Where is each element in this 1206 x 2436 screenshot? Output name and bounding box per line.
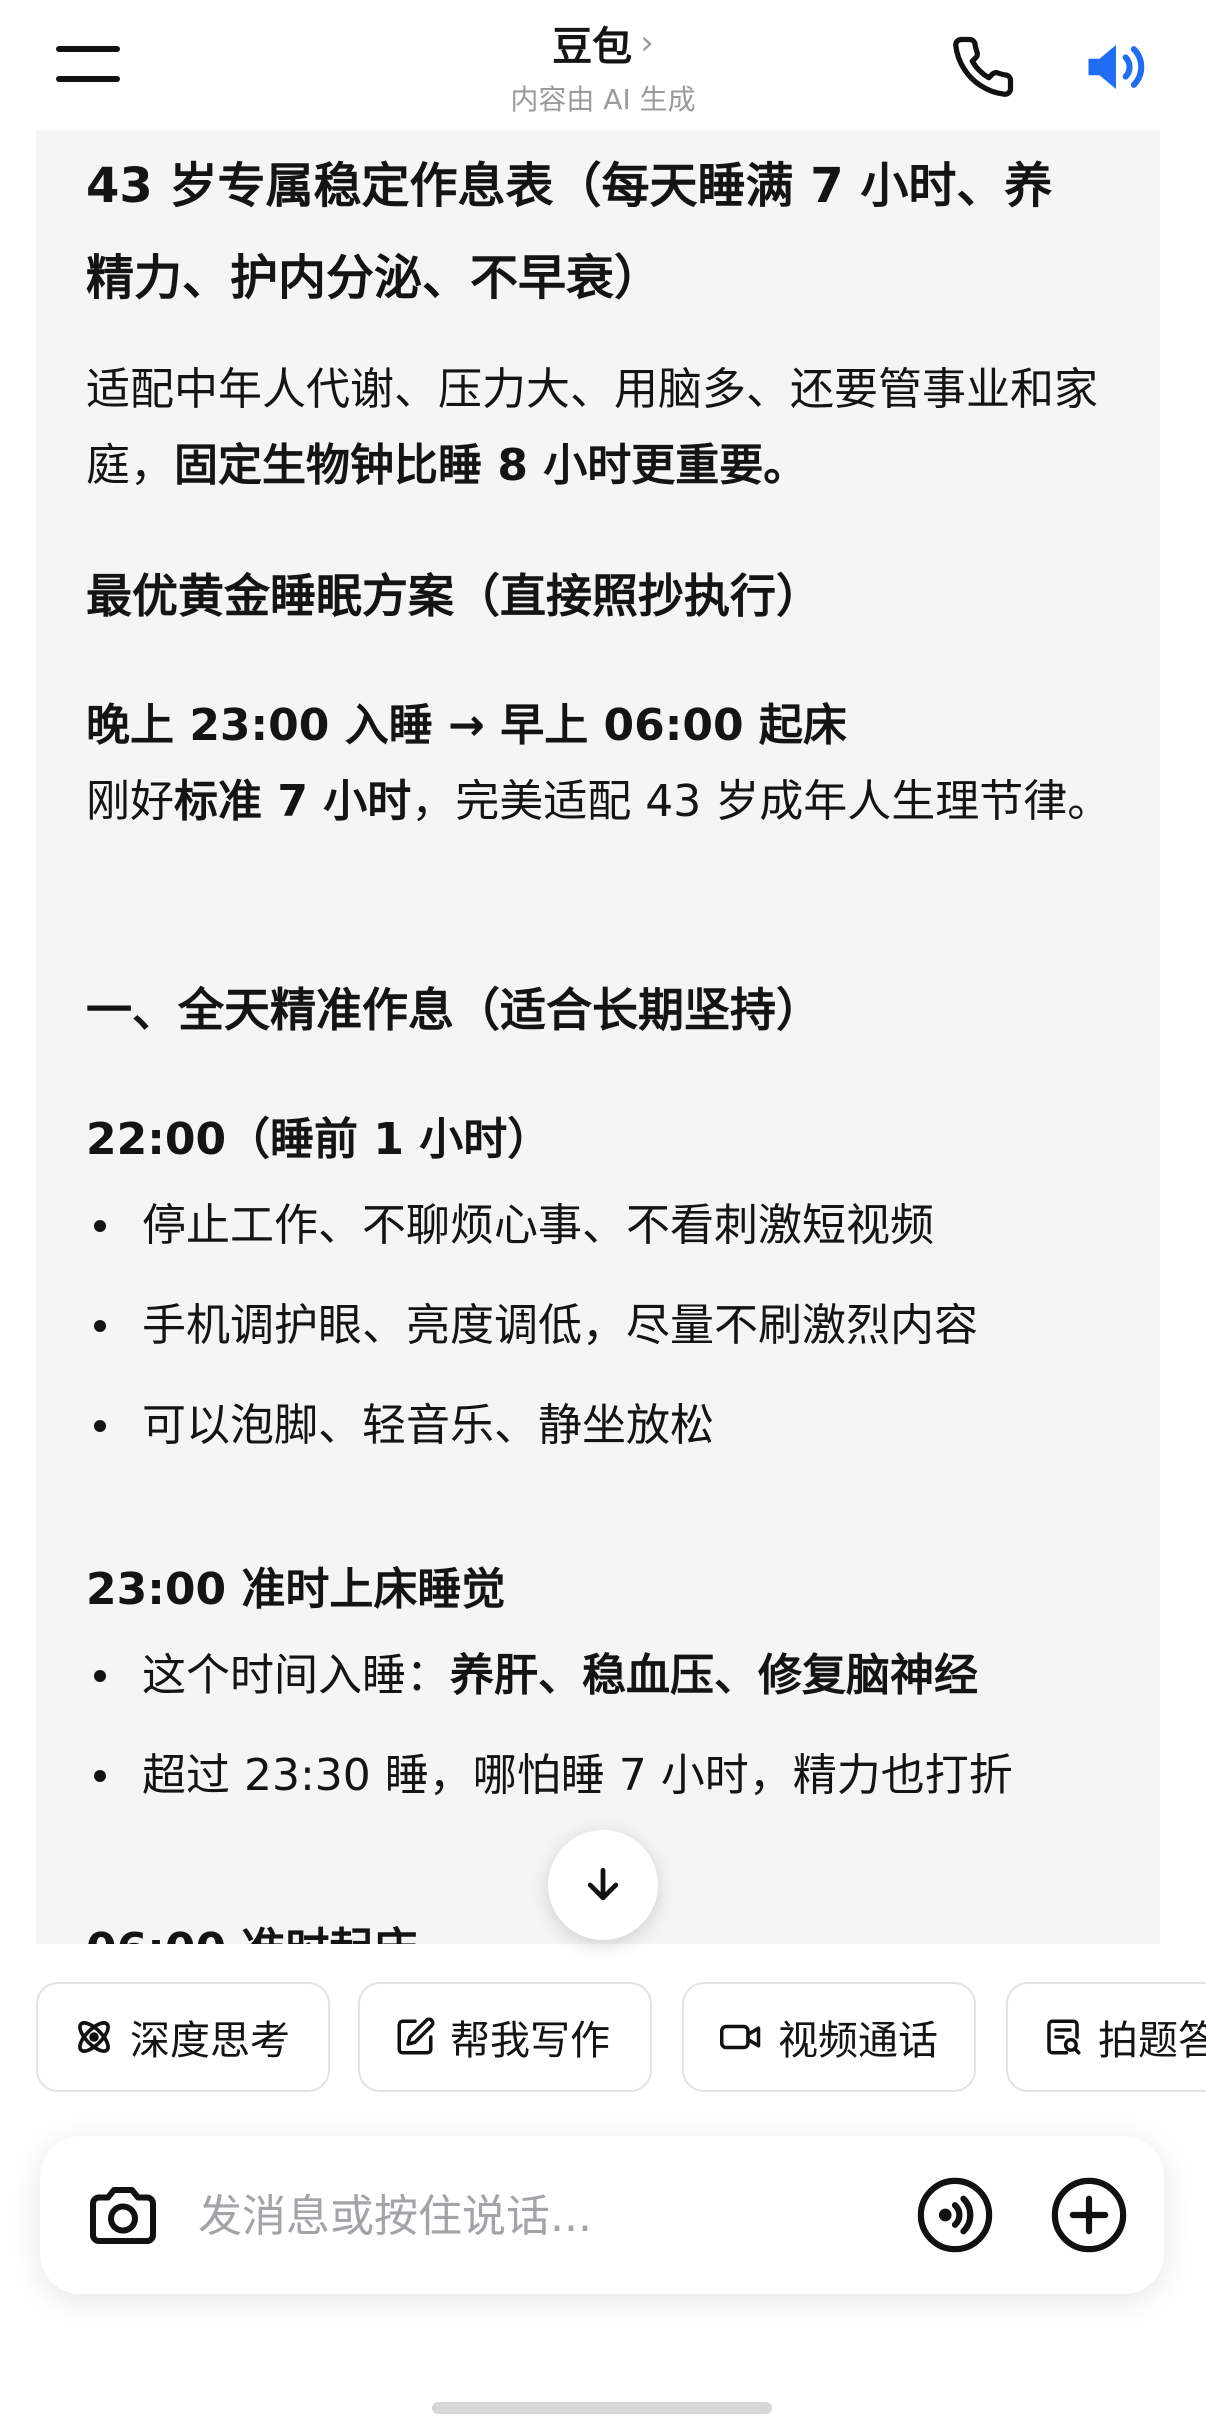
- video-camera-icon: [720, 2024, 761, 2050]
- list-item-bold: 养肝、稳血压、修复脑神经: [450, 1650, 978, 1701]
- message-title: 43 岁专属稳定作息表（每天睡满 7 小时、养精力、护内分泌、不早衰）: [86, 158, 1053, 306]
- chat-message-area[interactable]: 43 岁专属稳定作息表（每天睡满 7 小时、养精力、护内分泌、不早衰） 适配中年…: [36, 130, 1160, 1944]
- speaker-volume-icon[interactable]: [1080, 34, 1152, 100]
- top-bar: 豆包 › 内容由 AI 生成: [0, 0, 1206, 130]
- chevron-right-icon: ›: [640, 23, 654, 63]
- scroll-to-bottom-button[interactable]: [548, 1830, 658, 1940]
- intro-paragraph: 适配中年人代谢、压力大、用脑多、还要管事业和家庭，固定生物钟比睡 8 小时更重要…: [86, 352, 1146, 504]
- plus-circle-icon[interactable]: [1050, 2176, 1128, 2254]
- heading-2300: 23:00 准时上床睡觉: [86, 1564, 506, 1615]
- list-2300: 这个时间入睡：养肝、稳血压、修复脑神经 超过 23:30 睡，哪怕睡 7 小时，…: [86, 1626, 1146, 1826]
- pen-square-icon: [397, 2017, 435, 2055]
- schedule-description: 刚好标准 7 小时，完美适配 43 岁成年人生理节律。: [86, 764, 1146, 840]
- chat-title-text: 豆包: [552, 24, 633, 70]
- chat-title[interactable]: 豆包 ›: [552, 14, 654, 72]
- atom-icon: [78, 2021, 110, 2053]
- chip-writing[interactable]: 帮我写作: [358, 1982, 652, 2092]
- phone-call-icon[interactable]: [950, 34, 1016, 100]
- message-composer: [40, 2136, 1164, 2294]
- message-input[interactable]: [196, 2176, 900, 2256]
- intro-bold-text: 固定生物钟比睡 8 小时更重要。: [174, 440, 808, 491]
- schedule-desc-prefix: 刚好: [86, 776, 174, 827]
- list-item: 这个时间入睡：养肝、稳血压、修复脑神经: [86, 1626, 1146, 1726]
- home-indicator: [432, 2402, 772, 2414]
- chip-label: 拍题答: [1098, 2018, 1206, 2064]
- schedule-desc-bold: 标准 7 小时: [174, 776, 412, 827]
- chip-label: 深度思考: [130, 2018, 290, 2064]
- camera-icon[interactable]: [84, 2178, 162, 2250]
- doc-search-icon: [1047, 2019, 1081, 2055]
- list-item: 超过 23:30 睡，哪怕睡 7 小时，精力也打折: [86, 1726, 1146, 1826]
- chat-title-area[interactable]: 豆包 ›: [0, 14, 1206, 72]
- chip-photo-question[interactable]: 拍题答: [1006, 1982, 1206, 2092]
- section-best-plan: 最优黄金睡眠方案（直接照抄执行）: [86, 569, 822, 623]
- voice-input-icon[interactable]: [916, 2176, 994, 2254]
- schedule-desc-suffix: ，完美适配 43 岁成年人生理节律。: [411, 776, 1112, 827]
- list-item: 手机调护眼、亮度调低，尽量不刷激烈内容: [86, 1276, 1146, 1376]
- arrow-down-icon: [587, 1867, 619, 1901]
- chip-label: 帮我写作: [450, 2018, 610, 2064]
- chip-label: 视频通话: [778, 2018, 938, 2064]
- quick-action-bar[interactable]: 深度思考 帮我写作 视频通话 拍题答: [0, 1982, 1206, 2094]
- chip-video-call[interactable]: 视频通话: [682, 1982, 976, 2092]
- chip-deep-thinking[interactable]: 深度思考: [36, 1982, 330, 2092]
- ai-disclaimer: 内容由 AI 生成: [510, 83, 696, 116]
- list-item-text: 这个时间入睡：: [142, 1650, 450, 1701]
- schedule-line: 晚上 23:00 入睡 → 早上 06:00 起床: [86, 700, 847, 751]
- list-item: 可以泡脚、轻音乐、静坐放松: [86, 1376, 1146, 1476]
- list-item: 停止工作、不聊烦心事、不看刺激短视频: [86, 1176, 1146, 1276]
- section-daily-schedule: 一、全天精准作息（适合长期坚持）: [86, 983, 822, 1037]
- heading-2200: 22:00（睡前 1 小时）: [86, 1114, 552, 1165]
- list-2200: 停止工作、不聊烦心事、不看刺激短视频 手机调护眼、亮度调低，尽量不刷激烈内容 可…: [86, 1176, 1146, 1476]
